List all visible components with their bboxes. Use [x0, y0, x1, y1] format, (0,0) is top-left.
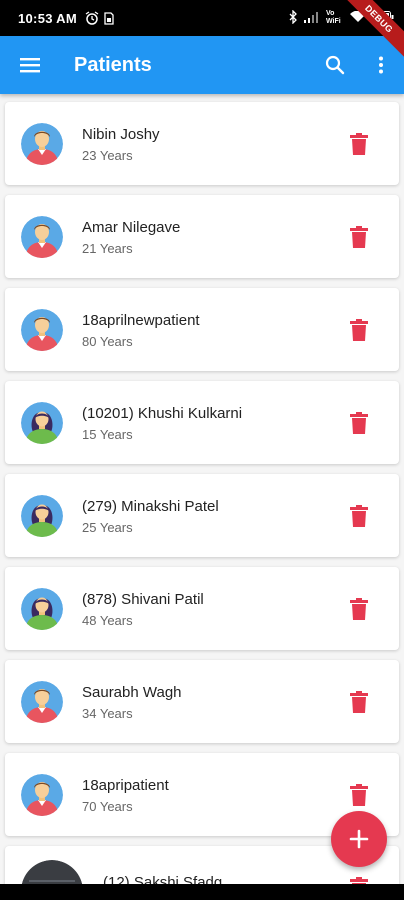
avatar	[21, 495, 63, 537]
delete-icon[interactable]	[347, 316, 371, 344]
signal-icon	[304, 11, 320, 26]
add-patient-button[interactable]	[331, 811, 387, 867]
patient-name: 18apripatient	[82, 777, 169, 794]
patient-name: (878) Shivani Patil	[82, 591, 204, 608]
patient-list: Nibin Joshy 23 Years Amar Nilegave 21 Years…	[0, 94, 404, 884]
delete-icon[interactable]	[347, 688, 371, 716]
hamburger-menu-icon[interactable]	[0, 36, 60, 94]
page-title: Patients	[74, 53, 152, 76]
patient-age: 15 Years	[82, 427, 133, 442]
delete-icon[interactable]	[347, 502, 371, 530]
patient-name: Saurabh Wagh	[82, 684, 182, 701]
avatar	[21, 309, 63, 351]
avatar	[21, 123, 63, 165]
patient-age: 80 Years	[82, 334, 133, 349]
patient-name: Nibin Joshy	[82, 126, 160, 143]
delete-icon[interactable]	[347, 409, 371, 437]
add-icon	[349, 829, 369, 849]
patient-age: 25 Years	[82, 520, 133, 535]
app-bar: Patients	[0, 36, 404, 94]
patient-name: 18aprilnewpatient	[82, 312, 200, 329]
delete-icon[interactable]	[347, 130, 371, 158]
delete-icon[interactable]	[347, 223, 371, 251]
delete-icon[interactable]	[347, 781, 371, 809]
patient-age: 48 Years	[82, 613, 133, 628]
patient-age: 23 Years	[82, 148, 133, 163]
avatar	[21, 216, 63, 258]
patient-name: (12) Sakshi Sfadg	[103, 874, 223, 884]
system-nav-bar	[0, 884, 404, 900]
sim-icon	[104, 11, 114, 25]
status-bar: 10:53 AM Vo WiFi	[0, 0, 404, 36]
patient-card[interactable]: Amar Nilegave 21 Years	[5, 195, 399, 278]
patient-age: 21 Years	[82, 241, 133, 256]
avatar	[21, 402, 63, 444]
patient-card[interactable]: Saurabh Wagh 34 Years	[5, 660, 399, 743]
patient-name: (279) Minakshi Patel	[82, 498, 219, 515]
patient-card[interactable]: (279) Minakshi Patel 25 Years	[5, 474, 399, 557]
status-time: 10:53 AM	[18, 10, 77, 26]
avatar	[21, 860, 83, 884]
patient-card[interactable]: (10201) Khushi Kulkarni 15 Years	[5, 381, 399, 464]
volte-icon: Vo WiFi	[326, 10, 341, 25]
patient-card[interactable]: (878) Shivani Patil 48 Years	[5, 567, 399, 650]
patient-name: Amar Nilegave	[82, 219, 181, 236]
delete-icon[interactable]	[347, 874, 371, 884]
avatar	[21, 774, 63, 816]
patient-name: (10201) Khushi Kulkarni	[82, 405, 243, 422]
patient-age: 70 Years	[82, 799, 133, 814]
avatar	[21, 588, 63, 630]
patient-age: 34 Years	[82, 706, 133, 721]
patient-card[interactable]: Nibin Joshy 23 Years	[5, 102, 399, 185]
avatar	[21, 681, 63, 723]
search-icon[interactable]	[312, 36, 358, 94]
bluetooth-icon	[289, 8, 298, 27]
alarm-icon	[85, 11, 99, 25]
delete-icon[interactable]	[347, 595, 371, 623]
patient-card[interactable]: 18aprilnewpatient 80 Years	[5, 288, 399, 371]
